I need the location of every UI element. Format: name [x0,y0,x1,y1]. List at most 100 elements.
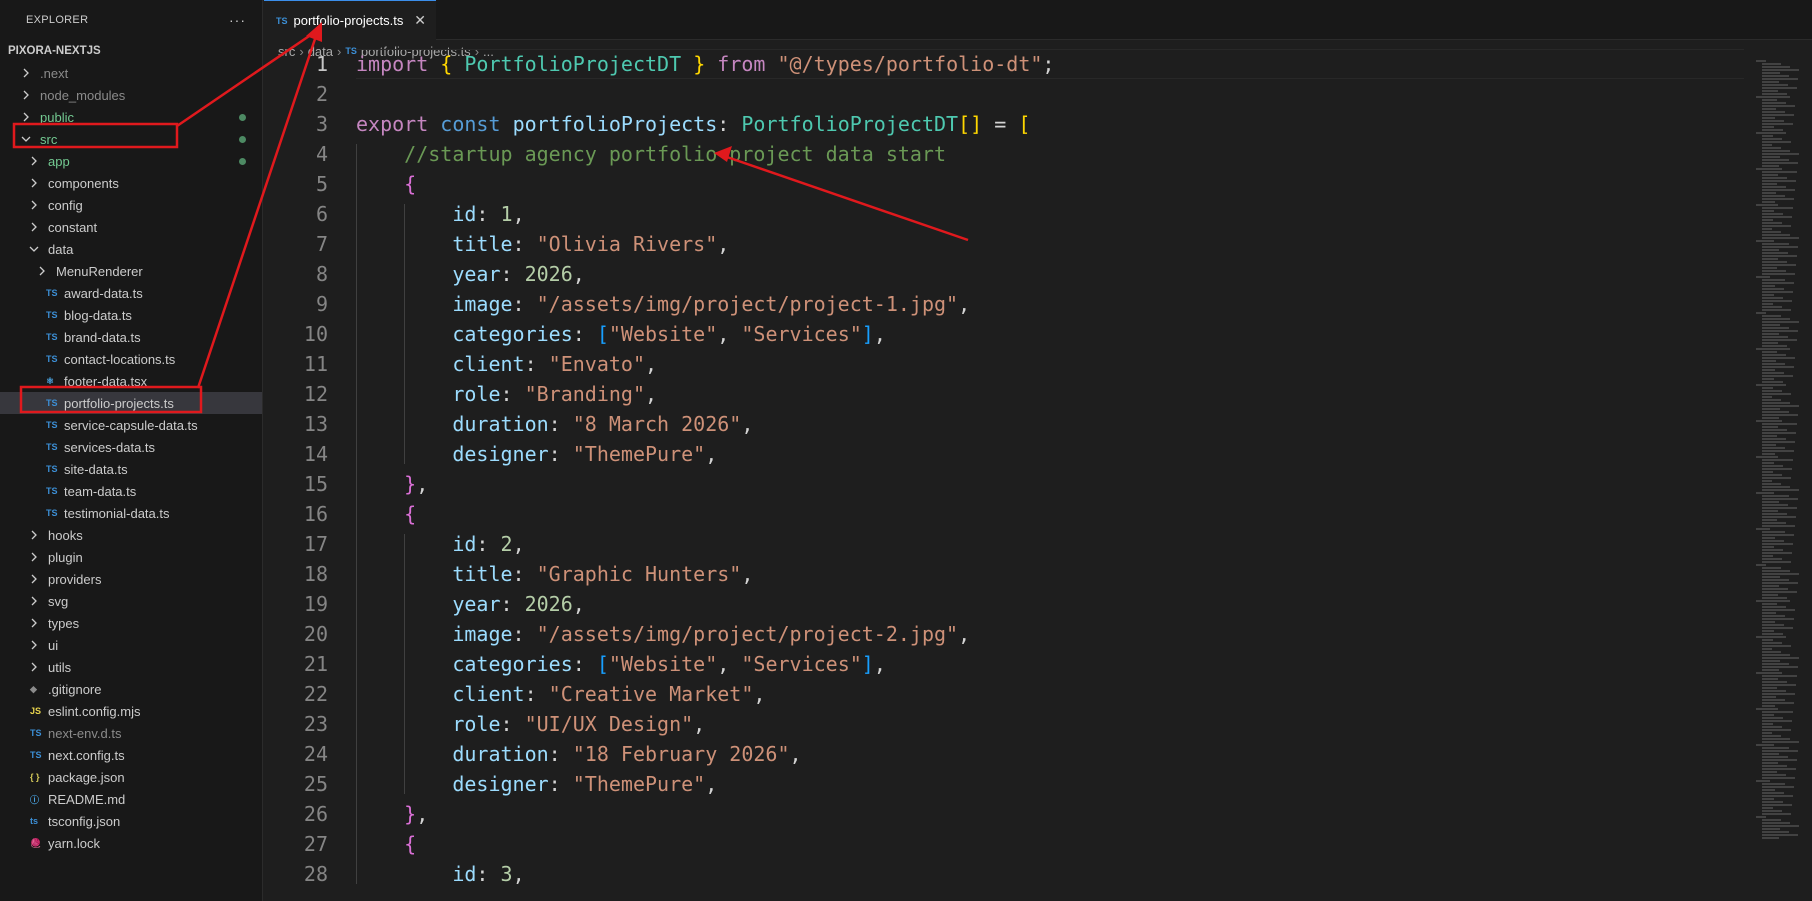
code-line[interactable]: 13 duration: "8 March 2026", [264,409,1744,439]
file-item[interactable]: ⚛ footer-data.tsx [0,370,262,392]
folder-menurenderer[interactable]: MenuRenderer [0,260,262,282]
code-line[interactable]: 14 designer: "ThemePure", [264,439,1744,469]
code-line[interactable]: 3 export const portfolioProjects: Portfol… [264,109,1744,139]
file-item[interactable]: TS blog-data.ts [0,304,262,326]
item-label: yarn.lock [48,835,101,851]
file-item[interactable]: ⓘ README.md [0,788,262,810]
file-item[interactable]: ◆ .gitignore [0,678,262,700]
info-file-icon: ⓘ [30,794,40,805]
code-line[interactable]: 26 }, [264,799,1744,829]
file-item[interactable]: 🧶 yarn.lock [0,832,262,854]
file-item[interactable]: ts tsconfig.json [0,810,262,832]
item-label: portfolio-projects.ts [64,395,174,411]
folder-types[interactable]: types [0,612,262,634]
file-item[interactable]: JS eslint.config.mjs [0,700,262,722]
line-number: 18 [303,562,328,586]
typescript-file-icon: TS [46,354,58,364]
code-line[interactable]: 17 id: 2, [264,529,1744,559]
file-item[interactable]: TS testimonial-data.ts [0,502,262,524]
folder-utils[interactable]: utils [0,656,262,678]
minimap-line [1762,630,1774,632]
more-actions-icon[interactable]: ··· [229,12,246,28]
minimap-line [1762,504,1788,506]
code-line[interactable]: 10 categories: ["Website", "Services"], [264,319,1744,349]
folder-app[interactable]: app [0,150,262,172]
item-label: services-data.ts [64,439,156,455]
code-line[interactable]: 25 designer: "ThemePure", [264,769,1744,799]
code-line[interactable]: 27 { [264,829,1744,859]
code-line[interactable]: 28 id: 3, [264,859,1744,889]
item-label: MenuRenderer [56,263,143,279]
code-line[interactable]: 5 { [264,169,1744,199]
code-token: , [717,652,742,676]
folder-providers[interactable]: providers [0,568,262,590]
file-item[interactable]: TS service-capsule-data.ts [0,414,262,436]
code-line[interactable]: 20 image: "/assets/img/project/project-2… [264,619,1744,649]
code-line[interactable]: 4 //startup agency portfolio project dat… [264,139,1744,169]
line-number: 22 [303,682,328,706]
code-line[interactable]: 24 duration: "18 February 2026", [264,739,1744,769]
file-item[interactable]: TS next-env.d.ts [0,722,262,744]
code-token: "8 March 2026" [572,412,742,436]
code-line[interactable]: 9 image: "/assets/img/project/project-1.… [264,289,1744,319]
project-root[interactable]: PIXORA-NEXTJS [0,40,262,62]
minimap-line [1762,336,1788,338]
code-token: : [500,262,525,286]
close-icon[interactable]: ✕ [414,12,426,29]
folder-plugin[interactable]: plugin [0,546,262,568]
chevron-right-icon [26,596,42,606]
code-line[interactable]: 6 id: 1, [264,199,1744,229]
code-token: : [500,592,525,616]
folder-ui[interactable]: ui [0,634,262,656]
code-line[interactable]: 23 role: "UI/UX Design", [264,709,1744,739]
folder-config[interactable]: config [0,194,262,216]
item-label: plugin [48,549,83,565]
file-item[interactable]: TS brand-data.ts [0,326,262,348]
code-line[interactable]: 1 import { PortfolioProjectDT } from "@/t… [264,49,1744,79]
item-label: blog-data.ts [64,307,132,323]
minimap-line [1762,225,1791,227]
folder-svg[interactable]: svg [0,590,262,612]
code-line[interactable]: 7 title: "Olivia Rivers", [264,229,1744,259]
minimap-line [1762,288,1784,290]
folder-public[interactable]: public [0,106,262,128]
code-line[interactable]: 19 year: 2026, [264,589,1744,619]
minimap-line [1762,354,1786,356]
file-item[interactable]: TS services-data.ts [0,436,262,458]
file-item[interactable]: TS site-data.ts [0,458,262,480]
folder-data[interactable]: data [0,238,262,260]
code-line[interactable]: 18 title: "Graphic Hunters", [264,559,1744,589]
minimap-line [1762,138,1782,140]
file-item[interactable]: TS team-data.ts [0,480,262,502]
code-line[interactable]: 11 client: "Envato", [264,349,1744,379]
minimap-line [1762,399,1781,401]
folder-hooks[interactable]: hooks [0,524,262,546]
code-line[interactable]: 15 }, [264,469,1744,499]
file-item[interactable]: TS next.config.ts [0,744,262,766]
file-tree: .next node_modules public src app components c… [0,62,262,854]
file-item[interactable]: { } package.json [0,766,262,788]
folder-constant[interactable]: constant [0,216,262,238]
code-line[interactable]: 16 { [264,499,1744,529]
code-line[interactable]: 8 year: 2026, [264,259,1744,289]
minimap-line [1762,180,1796,182]
code-editor[interactable]: 1 import { PortfolioProjectDT } from "@/t… [264,49,1744,901]
chevron-right-icon [26,662,42,672]
folder-components[interactable]: components [0,172,262,194]
code-line[interactable]: 21 categories: ["Website", "Services"], [264,649,1744,679]
code-line[interactable]: 22 client: "Creative Market", [264,679,1744,709]
code-text: role: "UI/UX Design", [356,712,705,736]
code-token: duration [452,412,549,436]
code-line[interactable]: 2 [264,79,1744,109]
folder-node-modules[interactable]: node_modules [0,84,262,106]
code-line[interactable]: 12 role: "Branding", [264,379,1744,409]
file-item[interactable]: TS contact-locations.ts [0,348,262,370]
minimap-line [1762,285,1775,287]
file-item[interactable]: TS award-data.ts [0,282,262,304]
file-item[interactable]: TS portfolio-projects.ts [0,392,262,414]
folder-src[interactable]: src [0,128,262,150]
folder--next[interactable]: .next [0,62,262,84]
minimap[interactable] [1744,60,1812,901]
tab-portfolio-projects[interactable]: TS portfolio-projects.ts ✕ [264,0,436,40]
